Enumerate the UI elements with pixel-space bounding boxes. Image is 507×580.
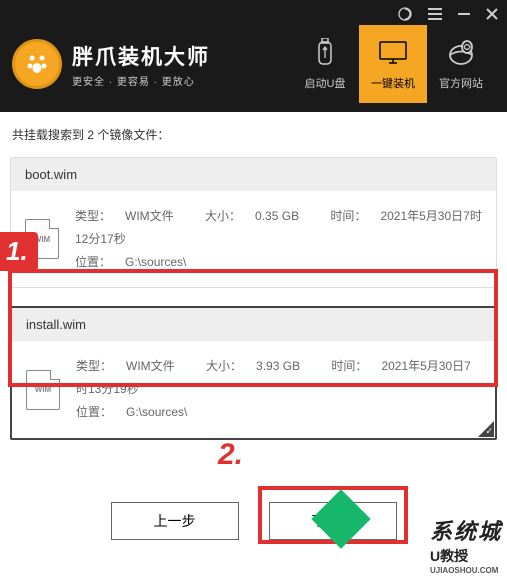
selected-checkmark-icon — [478, 421, 494, 437]
nav-usb-label: 启动U盘 — [305, 75, 346, 91]
titlebar — [0, 0, 507, 24]
annotation-step-1: 1. — [0, 232, 38, 271]
nav-website[interactable]: 官方网站 — [427, 25, 495, 103]
install-icon — [377, 37, 409, 69]
website-icon — [447, 37, 475, 69]
app-title-block: 胖爪装机大师 更安全 · 更容易 · 更放心 — [72, 41, 210, 88]
file-body: WIM 类型：WIM文件 大小：0.35 GB 时间：2021年5月30日7时1… — [11, 191, 496, 287]
file-meta: 类型：WIM文件 大小：3.93 GB 时间：2021年5月30日7时13分19… — [76, 355, 481, 423]
close-icon[interactable] — [485, 7, 499, 21]
wim-file-icon: WIM — [26, 370, 60, 410]
header-main: 胖爪装机大师 更安全 · 更容易 · 更放心 启动U盘 一键装机 — [0, 24, 507, 112]
file-card-install[interactable]: install.wim WIM 类型：WIM文件 大小：3.93 GB 时间：2… — [10, 306, 497, 439]
file-name: boot.wim — [11, 158, 496, 191]
menu-icon[interactable] — [427, 7, 443, 21]
logo-section: 胖爪装机大师 更安全 · 更容易 · 更放心 — [12, 39, 291, 89]
app-subtitle: 更安全 · 更容易 · 更放心 — [72, 73, 210, 88]
app-title: 胖爪装机大师 — [72, 41, 210, 71]
app-header: 胖爪装机大师 更安全 · 更容易 · 更放心 启动U盘 一键装机 — [0, 0, 507, 112]
prev-button[interactable]: 上一步 — [111, 502, 239, 540]
usb-icon — [313, 37, 337, 69]
nav-install-label: 一键装机 — [371, 75, 415, 91]
file-card-boot[interactable]: boot.wim WIM 类型：WIM文件 大小：0.35 GB 时间：2021… — [10, 157, 497, 288]
nav-usb[interactable]: 启动U盘 — [291, 25, 359, 103]
nav-install[interactable]: 一键装机 — [359, 25, 427, 103]
nav: 启动U盘 一键装机 官方网站 — [291, 25, 495, 103]
file-meta: 类型：WIM文件 大小：0.35 GB 时间：2021年5月30日7时12分17… — [75, 205, 482, 273]
help-icon[interactable] — [397, 6, 413, 22]
app-logo — [12, 39, 62, 89]
content: 共挂载搜索到 2 个镜像文件： boot.wim WIM 类型：WIM文件 大小… — [0, 112, 507, 472]
file-body: WIM 类型：WIM文件 大小：3.93 GB 时间：2021年5月30日7时1… — [12, 341, 495, 437]
file-name: install.wim — [12, 308, 495, 341]
annotation-step-2: 2. — [218, 438, 243, 472]
summary-text: 共挂载搜索到 2 个镜像文件： — [10, 126, 497, 143]
nav-website-label: 官方网站 — [439, 75, 483, 91]
minimize-icon[interactable] — [457, 7, 471, 21]
watermark: 系统城 U教授 UJIAOSHOU.COM — [430, 514, 502, 575]
